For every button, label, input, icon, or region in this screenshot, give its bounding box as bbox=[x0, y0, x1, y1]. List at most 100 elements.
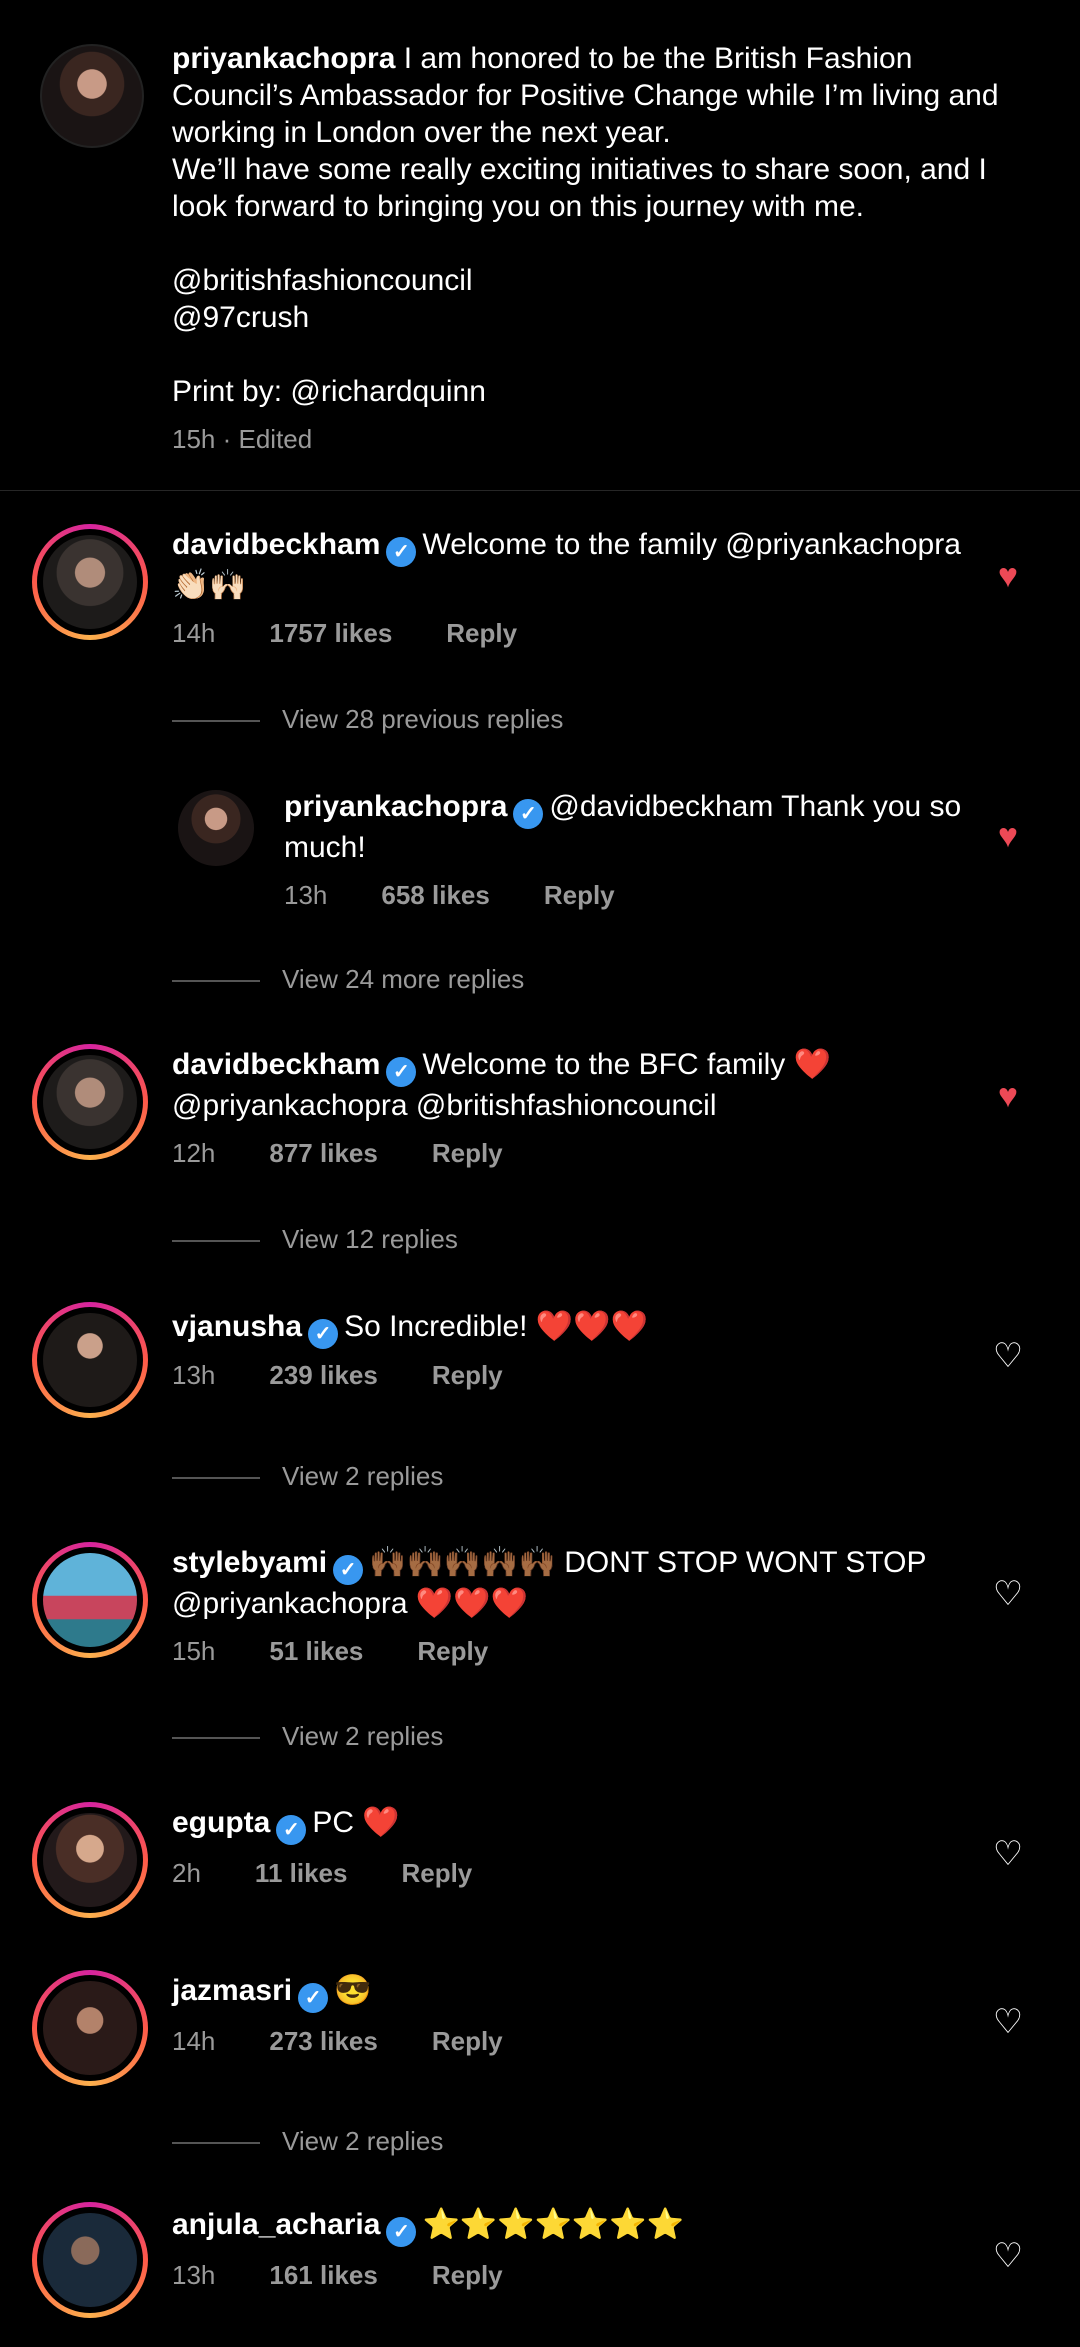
view-replies-label: View 28 previous replies bbox=[282, 704, 564, 734]
comment-text: vjanusha ✓ So Incredible! ❤️❤️❤️ bbox=[172, 1308, 992, 1349]
divider bbox=[0, 490, 1080, 491]
comment-time: 13h bbox=[172, 2260, 216, 2290]
heart-filled-icon[interactable]: ♥ bbox=[988, 1076, 1028, 1116]
view-replies-button[interactable]: View 28 previous replies bbox=[172, 704, 563, 735]
view-replies-label: View 2 replies bbox=[282, 2126, 444, 2156]
comment-time: 15h bbox=[172, 1636, 216, 1666]
likes-count[interactable]: 161 likes bbox=[269, 2260, 377, 2290]
reply-button[interactable]: Reply bbox=[432, 2026, 503, 2056]
verified-badge-icon: ✓ bbox=[386, 2217, 417, 2247]
view-replies-button[interactable]: View 2 replies bbox=[172, 2126, 443, 2157]
avatar[interactable] bbox=[43, 1981, 137, 2075]
verified-badge-icon: ✓ bbox=[298, 1983, 329, 2013]
heart-outline-icon[interactable]: ♡ bbox=[988, 1834, 1028, 1874]
comment-body: 😎 bbox=[334, 1974, 372, 2007]
reply-button[interactable]: Reply bbox=[401, 1858, 472, 1888]
comment-meta: 13h 658 likes Reply bbox=[284, 880, 669, 911]
comment-meta: 13h 239 likes Reply bbox=[172, 1360, 557, 1391]
comment-time: 13h bbox=[284, 880, 328, 910]
avatar[interactable] bbox=[43, 535, 137, 629]
view-replies-button[interactable]: View 2 replies bbox=[172, 1461, 443, 1492]
comment-time: 13h bbox=[172, 1360, 216, 1390]
verified-badge-icon: ✓ bbox=[386, 537, 417, 567]
reply-button[interactable]: Reply bbox=[432, 1138, 503, 1168]
verified-badge-icon: ✓ bbox=[386, 1057, 417, 1087]
verified-badge-icon: ✓ bbox=[308, 1319, 339, 1349]
comment-username[interactable]: jazmasri bbox=[172, 1974, 292, 2007]
replies-line bbox=[172, 980, 260, 983]
comment-meta: 14h 273 likes Reply bbox=[172, 2026, 557, 2057]
heart-filled-icon[interactable]: ♥ bbox=[988, 816, 1028, 856]
view-replies-label: View 12 replies bbox=[282, 1224, 458, 1254]
caption-meta: 15h · Edited bbox=[172, 424, 313, 454]
comment-username[interactable]: davidbeckham bbox=[172, 1048, 380, 1081]
comment-text: jazmasri ✓ 😎 bbox=[172, 1972, 992, 2013]
likes-count[interactable]: 51 likes bbox=[269, 1636, 363, 1666]
verified-badge-icon: ✓ bbox=[513, 799, 544, 829]
replies-line bbox=[172, 1240, 260, 1243]
comment-text: priyankachopra ✓ @davidbeckham Thank you s… bbox=[284, 788, 964, 866]
heart-outline-icon[interactable]: ♡ bbox=[988, 1574, 1028, 1614]
comment-body: ⭐⭐⭐⭐⭐⭐⭐ bbox=[422, 2208, 684, 2241]
avatar[interactable] bbox=[43, 1055, 137, 1149]
likes-count[interactable]: 658 likes bbox=[381, 880, 489, 910]
comment-text: anjula_acharia ✓ ⭐⭐⭐⭐⭐⭐⭐ bbox=[172, 2206, 992, 2247]
replies-line bbox=[172, 720, 260, 723]
comment-body: PC ❤️ bbox=[312, 1806, 400, 1839]
caption-text: priyankachopra I am honored to be the Br… bbox=[172, 40, 1012, 410]
view-replies-button[interactable]: View 12 replies bbox=[172, 1224, 458, 1255]
replies-line bbox=[172, 1477, 260, 1480]
comment-body: So Incredible! ❤️❤️❤️ bbox=[344, 1310, 648, 1343]
view-replies-button[interactable]: View 24 more replies bbox=[172, 964, 524, 995]
verified-badge-icon: ✓ bbox=[276, 1815, 307, 1845]
comment-time: 14h bbox=[172, 2026, 216, 2056]
caption-username[interactable]: priyankachopra bbox=[172, 42, 395, 75]
comment-username[interactable]: priyankachopra bbox=[284, 790, 507, 823]
view-replies-label: View 2 replies bbox=[282, 1721, 444, 1751]
comment-text: egupta ✓ PC ❤️ bbox=[172, 1804, 992, 1845]
reply-button[interactable]: Reply bbox=[432, 2260, 503, 2290]
replies-line bbox=[172, 2142, 260, 2145]
avatar[interactable] bbox=[178, 790, 254, 866]
caption-body: I am honored to be the British Fashion C… bbox=[172, 42, 999, 408]
view-replies-label: View 2 replies bbox=[282, 1461, 444, 1491]
comment-username[interactable]: stylebyami bbox=[172, 1546, 327, 1579]
avatar[interactable] bbox=[43, 1553, 137, 1647]
replies-line bbox=[172, 1737, 260, 1740]
heart-outline-icon[interactable]: ♡ bbox=[988, 2002, 1028, 2042]
likes-count[interactable]: 239 likes bbox=[269, 1360, 377, 1390]
likes-count[interactable]: 273 likes bbox=[269, 2026, 377, 2056]
view-replies-button[interactable]: View 2 replies bbox=[172, 1721, 443, 1752]
comment-username[interactable]: vjanusha bbox=[172, 1310, 302, 1343]
likes-count[interactable]: 877 likes bbox=[269, 1138, 377, 1168]
comment-time: 2h bbox=[172, 1858, 201, 1888]
heart-outline-icon[interactable]: ♡ bbox=[988, 1336, 1028, 1376]
heart-filled-icon[interactable]: ♥ bbox=[988, 556, 1028, 596]
comment-time: 14h bbox=[172, 618, 216, 648]
comment-username[interactable]: egupta bbox=[172, 1806, 270, 1839]
comment-username[interactable]: anjula_acharia bbox=[172, 2208, 380, 2241]
comment-text: davidbeckham ✓ Welcome to the BFC family ❤… bbox=[172, 1046, 992, 1124]
reply-button[interactable]: Reply bbox=[432, 1360, 503, 1390]
comment-text: davidbeckham ✓ Welcome to the family @priy… bbox=[172, 526, 992, 604]
verified-badge-icon: ✓ bbox=[333, 1555, 364, 1585]
avatar[interactable] bbox=[43, 1313, 137, 1407]
comment-meta: 14h 1757 likes Reply bbox=[172, 618, 571, 649]
reply-button[interactable]: Reply bbox=[446, 618, 517, 648]
avatar[interactable] bbox=[40, 44, 144, 148]
view-replies-label: View 24 more replies bbox=[282, 964, 525, 994]
comment-meta: 12h 877 likes Reply bbox=[172, 1138, 557, 1169]
likes-count[interactable]: 11 likes bbox=[255, 1858, 348, 1888]
likes-count[interactable]: 1757 likes bbox=[269, 618, 392, 648]
reply-button[interactable]: Reply bbox=[544, 880, 615, 910]
heart-outline-icon[interactable]: ♡ bbox=[988, 2236, 1028, 2276]
avatar[interactable] bbox=[43, 1813, 137, 1907]
comment-text: stylebyami ✓ 🙌🏾🙌🏾🙌🏾🙌🏾🙌🏾 DONT STOP WONT STO… bbox=[172, 1544, 992, 1622]
avatar[interactable] bbox=[43, 2213, 137, 2307]
comment-time: 12h bbox=[172, 1138, 216, 1168]
comment-meta: 15h 51 likes Reply bbox=[172, 1636, 542, 1667]
reply-button[interactable]: Reply bbox=[417, 1636, 488, 1666]
comment-meta: 2h 11 likes Reply bbox=[172, 1858, 526, 1889]
comment-meta: 13h 161 likes Reply bbox=[172, 2260, 557, 2291]
comment-username[interactable]: davidbeckham bbox=[172, 528, 380, 561]
